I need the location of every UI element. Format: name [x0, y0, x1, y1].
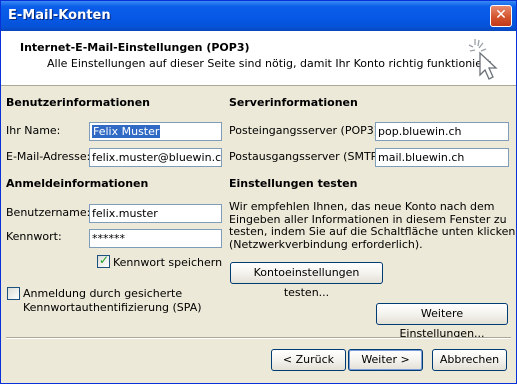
- footer-divider: [6, 337, 511, 339]
- spa-checkbox[interactable]: [7, 287, 20, 300]
- outgoing-server-field[interactable]: mail.bluewin.ch: [375, 148, 509, 167]
- password-label: Kennwort:: [6, 230, 62, 243]
- test-account-settings-button[interactable]: Kontoeinstellungen testen...: [230, 262, 383, 299]
- remember-password-checkbox[interactable]: ✓: [97, 253, 110, 268]
- remember-password-label[interactable]: Kennwort speichern: [113, 256, 222, 269]
- more-settings-button[interactable]: Weitere Einstellungen...: [376, 303, 508, 340]
- page-subtitle: Alle Einstellungen auf dieser Seite sind…: [47, 57, 495, 70]
- name-field[interactable]: Felix Muster: [89, 122, 222, 141]
- spa-label-line2[interactable]: Kennwortauthentifizierung (SPA): [23, 301, 202, 314]
- logon-info-section-title: Anmeldeinformationen: [6, 177, 149, 190]
- password-field[interactable]: ******: [89, 229, 222, 248]
- back-button[interactable]: < Zurück: [271, 349, 346, 371]
- incoming-server-field[interactable]: pop.bluewin.ch: [375, 122, 509, 141]
- test-description-line: Wir empfehlen Ihnen, das neue Konto nach…: [229, 200, 495, 213]
- username-label: Benutzername:: [6, 206, 91, 219]
- outgoing-server-label: Postausgangsserver (SMTP):: [229, 150, 386, 163]
- name-value: Felix Muster: [92, 125, 161, 138]
- close-icon[interactable]: ✕: [490, 5, 512, 27]
- checkmark-icon: ✓: [99, 253, 110, 267]
- email-accounts-dialog: E-Mail-Konten ✕ Internet-E-Mail-Einstell…: [0, 0, 517, 384]
- server-info-section-title: Serverinformationen: [229, 96, 358, 109]
- email-field[interactable]: felix.muster@bluewin.ch: [89, 148, 222, 167]
- name-label: Ihr Name:: [6, 124, 61, 137]
- incoming-server-label: Posteingangsserver (POP3):: [229, 124, 382, 137]
- title-bar[interactable]: E-Mail-Konten ✕: [1, 1, 516, 31]
- page-title: Internet-E-Mail-Einstellungen (POP3): [20, 41, 250, 54]
- cancel-button[interactable]: Abbrechen: [432, 349, 507, 371]
- wizard-header: Internet-E-Mail-Einstellungen (POP3) All…: [1, 31, 516, 86]
- window-title: E-Mail-Konten: [8, 8, 111, 23]
- test-description: Wir empfehlen Ihnen, das neue Konto nach…: [229, 200, 516, 251]
- test-description-line: testen, indem Sie auf die Schaltfläche u…: [229, 225, 516, 239]
- next-button[interactable]: Weiter >: [348, 349, 423, 371]
- test-settings-section-title: Einstellungen testen: [229, 177, 358, 190]
- wizard-cursor-icon: [468, 39, 498, 80]
- user-info-section-title: Benutzerinformationen: [6, 96, 151, 109]
- test-description-line: (Netzwerkverbindung erforderlich).: [229, 237, 423, 251]
- spa-label-line1[interactable]: Anmeldung durch gesicherte: [23, 287, 182, 300]
- email-label: E-Mail-Adresse:: [6, 150, 91, 163]
- username-field[interactable]: felix.muster: [89, 204, 222, 223]
